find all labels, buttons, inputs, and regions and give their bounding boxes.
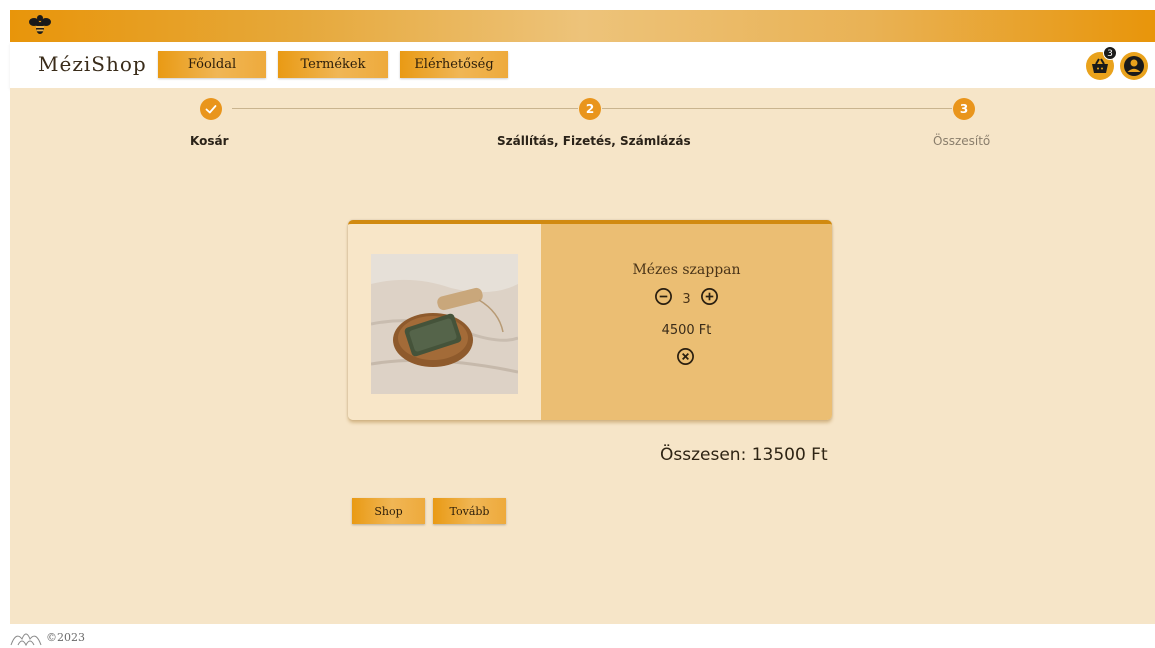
cart-count-badge: 3 [1103,46,1117,60]
user-button[interactable] [1120,52,1148,80]
cart-item-card: Mézes szappan 3 4500 Ft [348,220,832,420]
cart-item-details-panel: Mézes szappan 3 4500 Ft [541,224,832,420]
next-button[interactable]: Tovább [433,498,506,524]
footer: ©2023 [0,624,1155,648]
page: MéziShop Főoldal Termékek Elérhetőség 3 [0,0,1155,648]
checkout-main: 2 3 Kosár Szállítás, Fizetés, Számlázás … [10,88,1155,624]
bee-icon [29,15,51,34]
navbar: MéziShop Főoldal Termékek Elérhetőség 3 [10,42,1155,88]
top-strip [10,10,1155,42]
step-shipping-number: 2 [579,98,601,120]
stepper-connector [232,108,578,109]
copyright-text: ©2023 [46,631,85,644]
step-shipping-label: Szállítás, Fizetés, Számlázás [497,134,691,148]
nav-home-button[interactable]: Főoldal [158,51,266,78]
cart-total: Összesen: 13500 Ft [660,445,828,465]
stepper-connector [602,108,952,109]
plus-circle-icon[interactable] [700,287,719,306]
product-name: Mézes szappan [632,262,741,278]
step-summary-label: Összesítő [933,134,991,148]
step-cart-label: Kosár [190,134,229,148]
product-price: 4500 Ft [661,323,712,338]
nav-products-button[interactable]: Termékek [278,51,388,78]
shop-button[interactable]: Shop [352,498,425,524]
nav-contact-button[interactable]: Elérhetőség [400,51,508,78]
flower-logo-icon [10,633,42,647]
close-circle-icon[interactable] [676,347,695,366]
minus-circle-icon[interactable] [654,287,673,306]
quantity-stepper: 3 [541,286,832,308]
user-circle-icon [1124,56,1144,76]
step-cart-done [200,98,222,120]
quantity-value: 3 [682,292,691,307]
step-summary-number: 3 [953,98,975,120]
cart-item-image-panel [348,224,541,420]
product-image [371,254,518,394]
brand-logo-text[interactable]: MéziShop [38,52,147,76]
check-icon [205,105,217,114]
